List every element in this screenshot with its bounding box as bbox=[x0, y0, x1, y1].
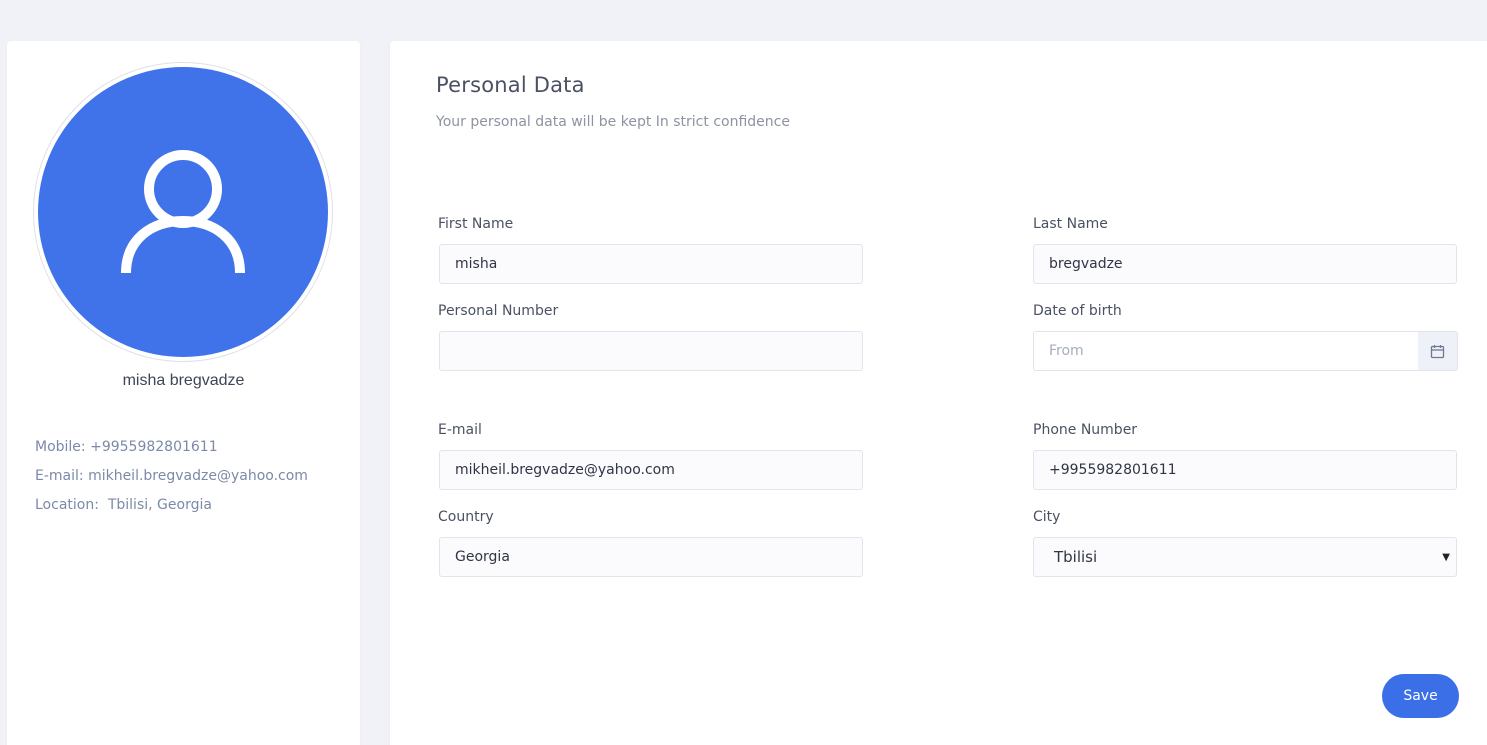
calendar-icon bbox=[1430, 344, 1445, 358]
first-name-label: First Name bbox=[438, 216, 514, 232]
page-title: Personal Data bbox=[436, 73, 585, 97]
calendar-button[interactable] bbox=[1418, 331, 1458, 371]
last-name-label: Last Name bbox=[1033, 216, 1108, 232]
profile-page: misha bregvadze Mobile: +9955982801611 E… bbox=[0, 0, 1487, 745]
contact-email: E-mail: mikheil.bregvadze@yahoo.com bbox=[35, 468, 308, 484]
profile-name: misha bregvadze bbox=[122, 372, 245, 389]
location-value: Tbilisi, Georgia bbox=[107, 497, 212, 513]
page-subtitle: Your personal data will be kept In stric… bbox=[436, 114, 790, 130]
mobile-label: Mobile: bbox=[35, 439, 91, 455]
email-value: mikheil.bregvadze@yahoo.com bbox=[88, 468, 308, 484]
email-label: E-mail: bbox=[35, 468, 89, 484]
save-button[interactable]: Save bbox=[1382, 674, 1459, 718]
personal-number-label: Personal Number bbox=[438, 303, 559, 319]
profile-card: misha bregvadze Mobile: +9955982801611 E… bbox=[7, 41, 360, 745]
city-selected-value: Tbilisi bbox=[1054, 548, 1098, 566]
date-of-birth-label: Date of birth bbox=[1033, 303, 1122, 319]
email-label: E-mail bbox=[438, 422, 482, 438]
phone-number-label: Phone Number bbox=[1033, 422, 1138, 438]
first-name-input[interactable] bbox=[439, 244, 863, 284]
mobile-value: +9955982801611 bbox=[90, 439, 218, 455]
city-label: City bbox=[1033, 509, 1061, 525]
email-input[interactable] bbox=[439, 450, 863, 490]
personal-number-input[interactable] bbox=[439, 331, 863, 371]
date-of-birth-input[interactable] bbox=[1033, 331, 1419, 371]
avatar-circle bbox=[38, 67, 328, 357]
personal-data-card: Personal Data Your personal data will be… bbox=[390, 41, 1487, 745]
user-icon bbox=[121, 150, 245, 274]
country-input[interactable] bbox=[439, 537, 863, 577]
dropdown-arrow-icon: ▼ bbox=[1442, 551, 1450, 563]
country-label: Country bbox=[438, 509, 494, 525]
location-label: Location: bbox=[35, 497, 108, 513]
phone-number-input[interactable] bbox=[1033, 450, 1457, 490]
avatar bbox=[33, 62, 333, 362]
city-select[interactable]: Tbilisi ▼ bbox=[1033, 537, 1457, 577]
contact-location: Location: Tbilisi, Georgia bbox=[35, 497, 212, 513]
last-name-input[interactable] bbox=[1033, 244, 1457, 284]
contact-mobile: Mobile: +9955982801611 bbox=[35, 439, 218, 455]
